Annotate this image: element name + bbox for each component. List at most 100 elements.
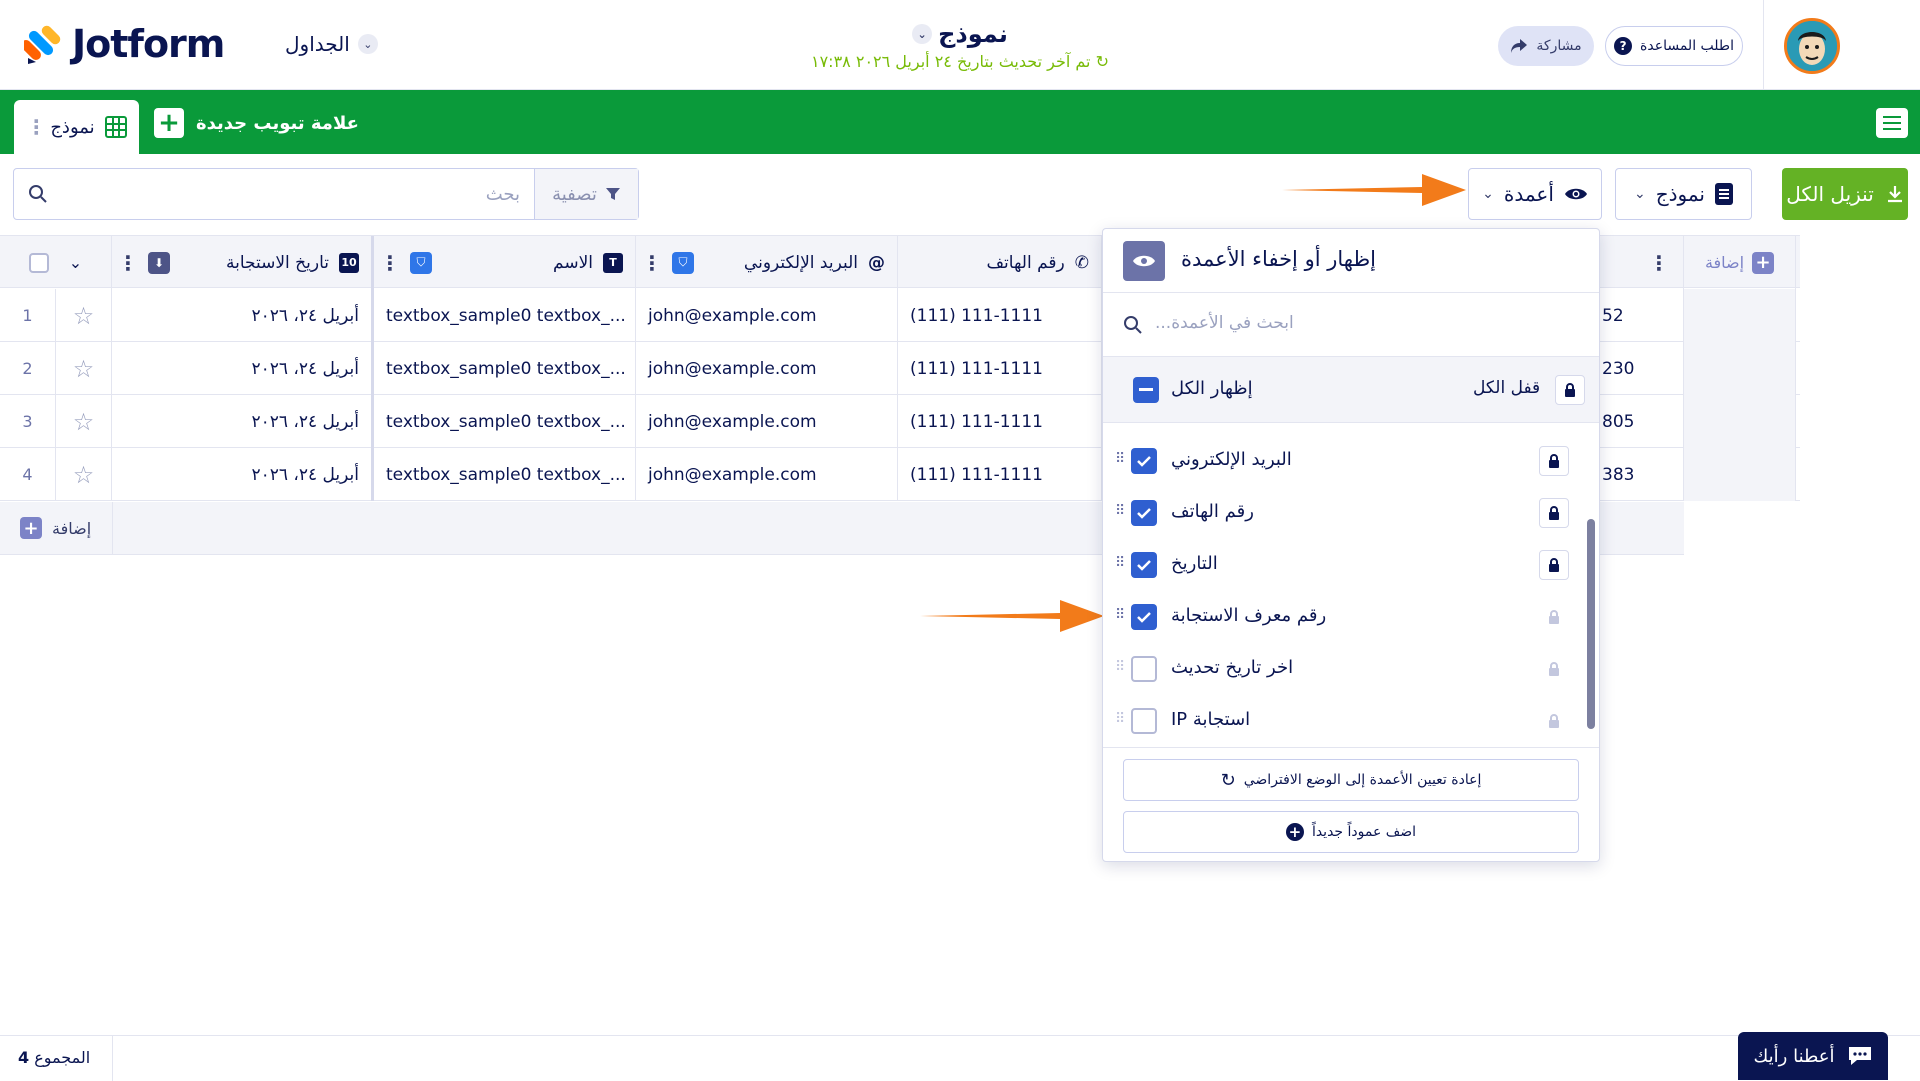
star-icon[interactable]: ☆ [56, 342, 112, 395]
show-all-checkbox[interactable] [1133, 377, 1159, 403]
cell-email[interactable]: john@example.com [636, 342, 898, 395]
drag-handle-icon[interactable]: ⠿ [1115, 659, 1125, 675]
cell-id[interactable]: 230 [1600, 342, 1684, 395]
drag-handle-icon[interactable]: ⠿ [1115, 451, 1125, 467]
cell-name[interactable]: textbox_sample0 textbox_... [374, 395, 636, 448]
lock-all-label[interactable]: قفل الكل [1473, 378, 1540, 398]
column-lock-button[interactable] [1539, 654, 1569, 684]
column-options-icon[interactable]: ⋮ [642, 251, 662, 275]
eye-icon [1123, 241, 1165, 281]
column-header-phone[interactable]: ✆ رقم الهاتف [898, 236, 1102, 289]
cell-response-date[interactable]: أبريل ٢٤، ٢٠٢٦ [112, 289, 374, 342]
column-lock-button[interactable] [1539, 498, 1569, 528]
tables-label: الجداول [285, 32, 350, 56]
add-column-button[interactable]: + إضافة [1684, 236, 1796, 289]
star-icon[interactable]: ☆ [56, 395, 112, 448]
drag-handle-icon[interactable]: ⠿ [1115, 555, 1125, 571]
column-options-icon[interactable]: ⋮ [380, 251, 400, 275]
column-header-response-date[interactable]: 10 تاريخ الاستجابة ⬇ ⋮ [112, 236, 374, 289]
add-new-column-label: اضف عموداً جديداً [1311, 824, 1417, 840]
eye-icon [1564, 188, 1587, 200]
tables-dropdown[interactable]: الجداول ⌄ [285, 32, 378, 56]
cell-name[interactable]: textbox_sample0 textbox_... [374, 342, 636, 395]
avatar[interactable] [1784, 18, 1840, 74]
search-placeholder: بحث [485, 183, 520, 205]
lock-icon [1549, 454, 1559, 468]
form-view-button[interactable]: ⌄ نموذج [1615, 168, 1752, 220]
column-toggle-item[interactable]: ⠿ التاريخ [1103, 539, 1583, 591]
check-icon [1137, 456, 1151, 467]
cell-id[interactable]: 383 [1600, 448, 1684, 501]
add-row-button[interactable]: + إضافة [20, 517, 91, 539]
popup-search-input[interactable]: ...ابحث في الأعمدة [1103, 293, 1599, 357]
tab-options-icon[interactable]: ⋮ [26, 115, 46, 139]
star-icon[interactable]: ☆ [56, 448, 112, 501]
popup-footer-divider [1103, 747, 1599, 748]
column-options-icon[interactable]: ⋮ [118, 251, 138, 275]
calendar-icon: 10 [339, 252, 359, 273]
search-input[interactable]: بحث [14, 169, 534, 219]
column-lock-button[interactable] [1539, 706, 1569, 736]
cell-id[interactable]: 805 [1600, 395, 1684, 448]
column-checkbox[interactable] [1131, 604, 1157, 630]
download-label: تنزيل الكل [1786, 182, 1874, 206]
column-toggle-item[interactable]: ⠿ استجابة IP [1103, 695, 1583, 747]
drag-handle-icon[interactable]: ⠿ [1115, 503, 1125, 519]
lock-icon [1549, 714, 1559, 728]
column-lock-button[interactable] [1539, 446, 1569, 476]
cell-name[interactable]: textbox_sample0 textbox_... [374, 289, 636, 342]
column-lock-button[interactable] [1539, 602, 1569, 632]
column-header-id[interactable]: ⋮ [1600, 236, 1684, 289]
column-toggle-item[interactable]: ⠿ رقم معرف الاستجابة [1103, 591, 1583, 643]
column-header-email[interactable]: @ البريد الإلكتروني ⛉ ⋮ [636, 236, 898, 289]
column-header-name[interactable]: T الاسم ⛉ ⋮ [374, 236, 636, 289]
filter-button[interactable]: تصفية [534, 169, 638, 219]
hamburger-menu-icon[interactable] [1876, 108, 1908, 138]
columns-button[interactable]: ⌄ أعمدة [1468, 168, 1602, 220]
column-options-icon[interactable]: ⋮ [1649, 251, 1669, 275]
form-title-dropdown[interactable]: نموذج ⌄ [760, 20, 1160, 48]
chevron-down-icon[interactable]: ⌄ [69, 253, 82, 272]
drag-handle-icon[interactable]: ⠿ [1115, 711, 1125, 727]
cell-phone[interactable]: (111) 111-1111 [898, 289, 1102, 342]
last-updated: ↻ تم آخر تحديث بتاريخ ٢٤ أبريل ٢٠٢٦ ١٧:٣… [760, 52, 1160, 71]
feedback-button[interactable]: أعطنا رأيك [1738, 1032, 1888, 1080]
cell-response-date[interactable]: أبريل ٢٤، ٢٠٢٦ [112, 448, 374, 501]
column-checkbox[interactable] [1131, 448, 1157, 474]
tab-form[interactable]: ⋮ نموذج [14, 100, 139, 154]
cell-email[interactable]: john@example.com [636, 448, 898, 501]
column-lock-button[interactable] [1539, 550, 1569, 580]
column-toggle-item[interactable]: ⠿ البريد الإلكتروني [1103, 435, 1583, 487]
cell-phone[interactable]: (111) 111-1111 [898, 395, 1102, 448]
share-button[interactable]: مشاركة [1498, 26, 1594, 66]
drag-handle-icon[interactable]: ⠿ [1115, 607, 1125, 623]
plus-icon: + [1752, 251, 1775, 274]
cell-response-date[interactable]: أبريل ٢٤، ٢٠٢٦ [112, 342, 374, 395]
lock-all-button[interactable] [1555, 375, 1585, 405]
column-checkbox[interactable] [1131, 708, 1157, 734]
cell-phone[interactable]: (111) 111-1111 [898, 448, 1102, 501]
star-icon[interactable]: ☆ [56, 289, 112, 342]
columns-label: أعمدة [1503, 182, 1554, 206]
add-new-column-button[interactable]: اضف عموداً جديداً + [1123, 811, 1579, 853]
reset-columns-button[interactable]: إعادة تعيين الأعمدة إلى الوضع الافتراضي … [1123, 759, 1579, 801]
cell-email[interactable]: john@example.com [636, 395, 898, 448]
cell-phone[interactable]: (111) 111-1111 [898, 342, 1102, 395]
help-button[interactable]: ? اطلب المساعدة [1605, 26, 1743, 66]
popup-scrollbar[interactable] [1587, 519, 1595, 729]
cell-response-date[interactable]: أبريل ٢٤، ٢٠٢٦ [112, 395, 374, 448]
column-checkbox[interactable] [1131, 656, 1157, 682]
download-all-button[interactable]: تنزيل الكل [1782, 168, 1908, 220]
column-toggle-item[interactable]: ⠿ رقم الهاتف [1103, 487, 1583, 539]
new-tab-button[interactable]: + علامة تبويب جديدة [154, 108, 359, 138]
column-checkbox[interactable] [1131, 500, 1157, 526]
jotform-logo[interactable]: Jotform [24, 22, 225, 66]
column-toggle-item[interactable]: ⠿ اخر تاريخ تحديث [1103, 643, 1583, 695]
select-all-checkbox[interactable] [28, 252, 49, 273]
column-checkbox[interactable] [1131, 552, 1157, 578]
cell-id[interactable]: 52 [1600, 289, 1684, 342]
new-tab-label: علامة تبويب جديدة [196, 112, 359, 134]
cell-email[interactable]: john@example.com [636, 289, 898, 342]
cell-name[interactable]: textbox_sample0 textbox_... [374, 448, 636, 501]
title-block: نموذج ⌄ ↻ تم آخر تحديث بتاريخ ٢٤ أبريل ٢… [760, 20, 1160, 71]
